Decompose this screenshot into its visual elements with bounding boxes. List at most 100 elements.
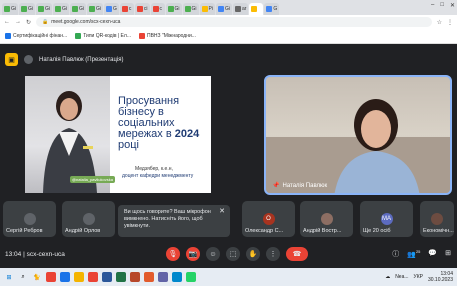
back-icon[interactable]: ←: [4, 19, 10, 25]
browser-tab[interactable]: c: [119, 3, 134, 15]
telegram-icon[interactable]: [172, 272, 182, 282]
browser-tab[interactable]: Gi: [182, 3, 199, 15]
address-bar-row: ← → ↻ 🔒 meet.google.com/scx-cexn-uca ☆ ⋮: [0, 15, 457, 29]
people-icon[interactable]: 👥25: [407, 249, 420, 259]
edge-icon[interactable]: [60, 272, 70, 282]
camera-tile[interactable]: 📌 Наталія Павлюк: [264, 75, 452, 195]
raise-hand-button[interactable]: ✋: [246, 247, 260, 261]
meeting-code: scx-cexn-uca: [26, 250, 65, 258]
browser-tab[interactable]: c: [150, 3, 165, 15]
slide-nickname: @natalia_pavliukovska: [70, 176, 115, 183]
cat-icon[interactable]: 🐈: [32, 272, 42, 282]
browser-tab[interactable]: Pi: [199, 3, 215, 15]
star-icon[interactable]: ☆: [437, 19, 442, 26]
folder-icon[interactable]: [74, 272, 84, 282]
participant-name: Сергій Ребров: [6, 228, 43, 234]
bookmark-item[interactable]: Типи QR-кодів | Ел...: [75, 33, 131, 39]
firefox-icon[interactable]: [144, 272, 154, 282]
tab-favicon-icon: [72, 6, 78, 12]
presenter-title: Наталія Павлюк (Презентація): [39, 56, 124, 63]
browser-tab[interactable]: G: [104, 3, 119, 15]
browser-tab[interactable]: Gi: [2, 3, 18, 15]
browser-tab[interactable]: Gi: [19, 3, 35, 15]
tab-label: Gi: [45, 6, 50, 12]
teams-icon[interactable]: [158, 272, 168, 282]
participant-tile[interactable]: Сергій Ребров: [3, 201, 56, 237]
more-options-button[interactable]: ⋮: [266, 247, 280, 261]
opera-icon[interactable]: [88, 272, 98, 282]
camera-off-button[interactable]: 📷: [186, 247, 200, 261]
present-icon[interactable]: ▣: [5, 53, 18, 66]
whatsapp-icon[interactable]: [186, 272, 196, 282]
leave-call-button[interactable]: ☎: [286, 247, 308, 261]
browser-tab[interactable]: Gi: [165, 3, 182, 15]
presentation-header: ▣ Наталія Павлюк (Презентація): [5, 53, 124, 66]
participant-name: Андрій Орлов: [65, 228, 101, 234]
participant-tile[interactable]: Андрій Востр...: [300, 201, 353, 237]
browser-tab[interactable]: Gi: [53, 3, 69, 15]
lock-icon: 🔒: [42, 19, 49, 25]
participant-tile[interactable]: Економічн...: [420, 201, 454, 237]
browser-tab[interactable]: ar: [232, 3, 249, 15]
present-button[interactable]: ⬚: [226, 247, 240, 261]
language-indicator[interactable]: УКР: [414, 274, 423, 280]
mic-off-button[interactable]: 🎙: [166, 247, 180, 261]
slide-author: Медзябер, к.е.н,: [135, 166, 173, 172]
slide-title: Просування бізнесу в соціальних мережах …: [118, 95, 200, 151]
participant-tile[interactable]: МА Ще 20 осіб: [360, 201, 413, 237]
woman-video-icon: [266, 99, 450, 193]
powerpoint-icon[interactable]: [130, 272, 140, 282]
tab-label: G: [273, 6, 278, 12]
browser-tab[interactable]: Gi: [87, 3, 103, 15]
tab-favicon-icon: [4, 6, 10, 12]
tab-favicon-icon: [184, 6, 191, 12]
emoji-button[interactable]: ☺: [206, 247, 220, 261]
tab-label: Gi: [191, 6, 197, 12]
browser-tab[interactable]: Gi: [215, 3, 232, 15]
search-icon[interactable]: ⌕: [18, 272, 28, 282]
tab-favicon-icon: [201, 6, 208, 12]
tab-label: Gi: [224, 6, 230, 12]
browser-tab[interactable]: Gi: [36, 3, 52, 15]
call-controls: 🎙 📷 ☺ ⬚ ✋ ⋮ ☎: [166, 247, 308, 261]
maximize-button[interactable]: □: [440, 2, 444, 9]
participant-name: Андрій Востр...: [303, 228, 342, 234]
activities-icon[interactable]: ⊞: [445, 249, 451, 259]
browser-tab[interactable]: G: [264, 3, 280, 15]
clock[interactable]: 13:04 30.10.2023: [428, 271, 453, 283]
url-input[interactable]: 🔒 meet.google.com/scx-cexn-uca: [36, 17, 432, 27]
window-controls: – □ ✕: [431, 2, 455, 9]
close-icon[interactable]: ✕: [219, 208, 225, 215]
menu-icon[interactable]: ⋮: [447, 19, 457, 26]
camera-name: Наталія Павлюк: [282, 182, 328, 189]
bookmark-item[interactable]: ПВНЗ "Міжнародни...: [138, 33, 196, 39]
tab-favicon-icon: [106, 6, 112, 12]
bookmark-item[interactable]: Сертифікаційні фінан...: [5, 33, 67, 39]
reload-icon[interactable]: ↻: [26, 19, 31, 26]
close-window-button[interactable]: ✕: [450, 2, 455, 9]
tab-label: Pi: [208, 6, 213, 12]
browser-tab[interactable]: [249, 3, 264, 15]
url-text: meet.google.com/scx-cexn-uca: [51, 19, 121, 25]
bookmarks-bar: Сертифікаційні фінан... Типи QR-кодів | …: [0, 29, 457, 44]
forward-icon[interactable]: →: [15, 19, 21, 25]
word-icon[interactable]: [102, 272, 112, 282]
windows-start-icon[interactable]: ⊞: [4, 272, 14, 282]
chrome-icon[interactable]: [46, 272, 56, 282]
minimize-button[interactable]: –: [431, 2, 434, 9]
tab-favicon-icon: [152, 6, 159, 12]
participant-tile[interactable]: О Олександр С...: [242, 201, 295, 237]
clock-date: 30.10.2023: [427, 277, 453, 283]
chat-icon[interactable]: 💬: [428, 249, 437, 259]
weather-icon[interactable]: ☁: [385, 274, 390, 280]
browser-tab[interactable]: ci: [134, 3, 150, 15]
participant-tile[interactable]: Андрій Орлов: [62, 201, 115, 237]
info-icon[interactable]: ⓘ: [392, 249, 399, 259]
excel-icon[interactable]: [116, 272, 126, 282]
pin-icon[interactable]: 📌: [272, 182, 279, 189]
tab-favicon-icon: [266, 6, 273, 12]
tab-label: G: [113, 6, 117, 12]
browser-tab[interactable]: Gi: [70, 3, 86, 15]
tab-favicon-icon: [21, 6, 27, 12]
avatar: [24, 55, 33, 64]
